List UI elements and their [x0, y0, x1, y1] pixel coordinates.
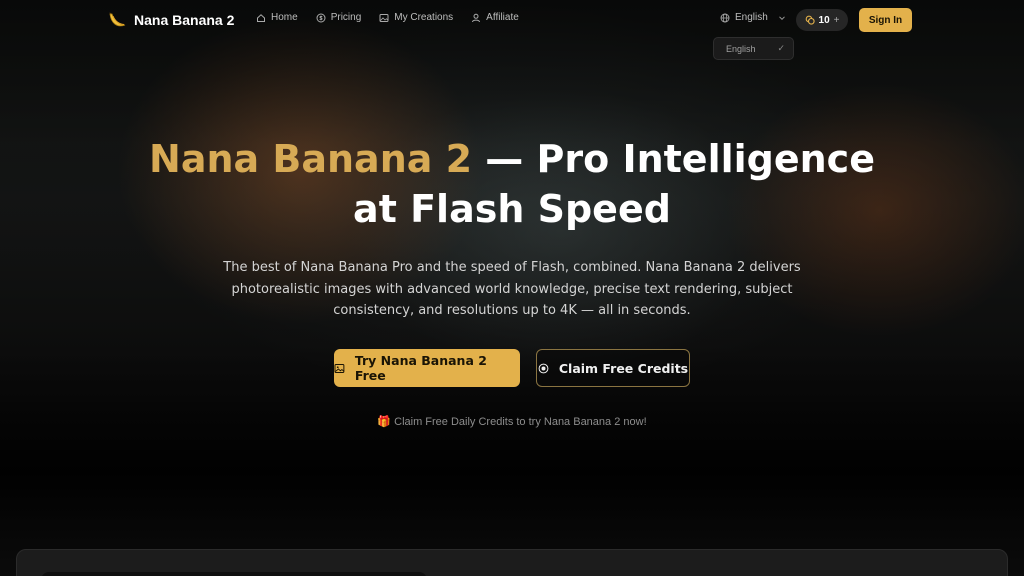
- hero-title-line2: at Flash Speed: [353, 187, 671, 231]
- generator-panel: [16, 549, 1008, 576]
- sign-in-button[interactable]: Sign In: [859, 8, 912, 32]
- nav-item-label: Affiliate: [486, 12, 519, 23]
- nav-item-label: My Creations: [394, 12, 454, 23]
- language-selector[interactable]: English: [720, 12, 787, 23]
- check-icon: ✓: [777, 43, 785, 53]
- user-icon: [472, 13, 481, 22]
- hero-title: Nana Banana 2 — Pro Intelligence at Flas…: [0, 134, 1024, 234]
- try-free-label: Try Nana Banana 2 Free: [354, 353, 487, 383]
- nav-item-affiliate[interactable]: Affiliate: [471, 12, 519, 23]
- gallery-icon: [379, 13, 389, 22]
- add-credits-icon[interactable]: +: [834, 15, 840, 26]
- generator-panel-header: [41, 572, 427, 576]
- credits-count: 10: [818, 14, 830, 26]
- claim-credits-label: Claim Free Credits: [558, 360, 689, 376]
- image-icon: [334, 363, 345, 373]
- try-free-button[interactable]: Try Nana Banana 2 Free: [334, 349, 520, 387]
- chevron-down-icon: [778, 15, 785, 20]
- banana-icon: [109, 12, 126, 27]
- hero-subtitle: The best of Nana Banana Pro and the spee…: [223, 260, 801, 318]
- hero-title-rest: — Pro Intelligence: [472, 137, 875, 181]
- dollar-circle-icon: [316, 13, 326, 22]
- nav-item-label: Home: [271, 12, 298, 23]
- language-option-english[interactable]: English: [726, 44, 756, 54]
- language-dropdown-menu[interactable]: English ✓: [713, 37, 794, 60]
- coins-icon: [805, 15, 815, 25]
- nav-item-my-creations[interactable]: My Creations: [379, 12, 453, 23]
- daily-credits-hint: 🎁 Claim Free Daily Credits to try Nana B…: [377, 416, 647, 428]
- nav-item-label: Pricing: [330, 12, 362, 23]
- home-icon: [257, 13, 265, 22]
- top-nav: Nana Banana 2 Home Pricing My Creations …: [0, 0, 1024, 40]
- nav-item-pricing[interactable]: Pricing: [316, 12, 362, 23]
- brand-name: Nana Banana 2: [134, 12, 235, 28]
- claim-credits-button[interactable]: Claim Free Credits: [536, 349, 690, 387]
- nav-item-home[interactable]: Home: [256, 12, 298, 23]
- nav-links: Home Pricing My Creations Affiliate: [256, 12, 537, 23]
- language-label: English: [735, 12, 768, 23]
- coin-icon: [538, 363, 549, 373]
- hero-title-accent: Nana Banana 2: [149, 137, 473, 181]
- globe-icon: [720, 13, 730, 22]
- brand[interactable]: Nana Banana 2: [107, 10, 234, 30]
- credits-badge[interactable]: 10 +: [796, 9, 848, 31]
